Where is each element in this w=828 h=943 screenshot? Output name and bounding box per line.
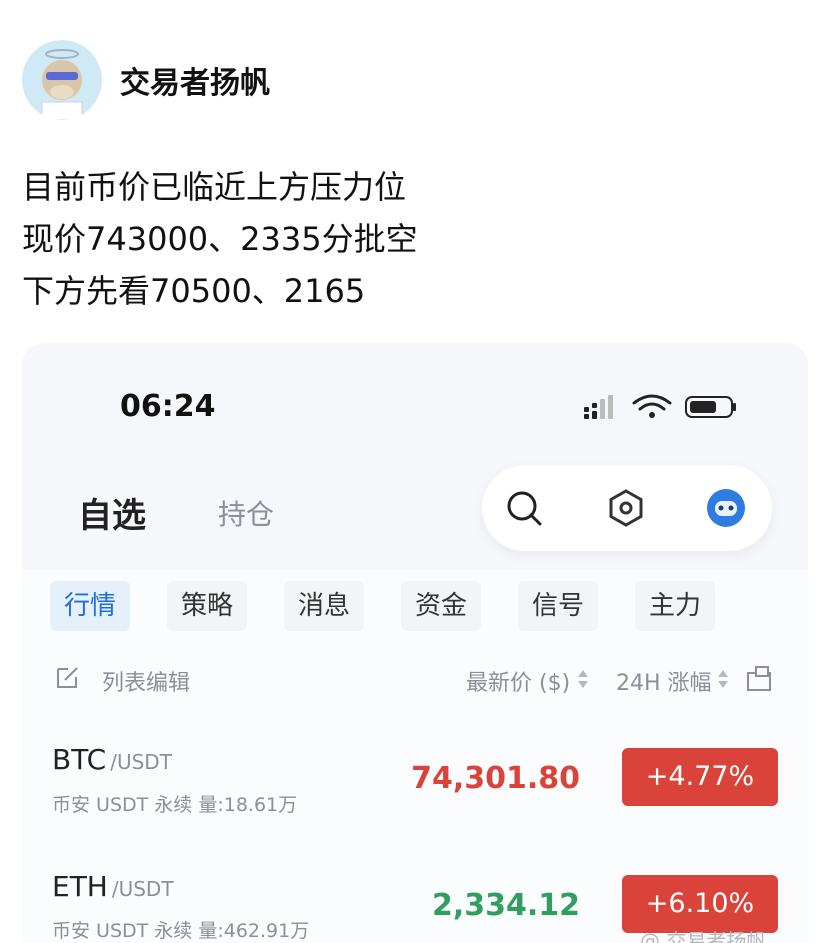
edit-icon[interactable]	[54, 665, 80, 691]
author-avatar[interactable]	[22, 40, 102, 120]
table-row-symbol[interactable]: ETH/USDT	[52, 870, 174, 903]
column-header-price[interactable]: 最新价 ($)	[466, 665, 570, 697]
table-row-meta: 币安 USDT 永续 量:18.61万	[52, 794, 298, 816]
watermark: @ 交易者扬帆	[640, 929, 767, 943]
change-badge[interactable]: +4.77%	[622, 748, 778, 806]
robot-assistant-icon[interactable]	[706, 488, 746, 528]
battery-icon	[685, 396, 736, 418]
tab-positions[interactable]: 持仓	[218, 493, 274, 533]
wifi-icon	[632, 394, 672, 411]
post-text-line: 目前币价已临近上方压力位	[22, 168, 407, 206]
action-pill	[482, 465, 772, 551]
chip-news[interactable]: 消息	[284, 581, 365, 631]
chip-market[interactable]: 行情	[50, 581, 131, 631]
embedded-screenshot[interactable]: 06:24 自选 持仓 行情 策略 消息 资金 信号 主力 列表编辑 最新价 (…	[22, 343, 808, 943]
signal-icon	[584, 395, 613, 419]
sort-icon	[578, 670, 588, 688]
settings-hexagon-icon[interactable]	[606, 488, 646, 528]
post-text-line: 下方先看70500、2165	[22, 272, 366, 310]
status-bar-icons	[584, 394, 736, 419]
table-row-price[interactable]: 74,301.80	[411, 761, 580, 796]
chip-signals[interactable]: 信号	[518, 581, 599, 631]
status-time: 06:24	[120, 389, 216, 424]
share-icon[interactable]	[744, 663, 774, 693]
chip-funds[interactable]: 资金	[401, 581, 482, 631]
table-row-meta: 币安 USDT 永续 量:462.91万	[52, 920, 310, 942]
table-row-price[interactable]: 2,334.12	[432, 888, 580, 923]
column-header-change[interactable]: 24H 涨幅	[616, 665, 712, 697]
tab-watchlist[interactable]: 自选	[78, 488, 146, 537]
list-edit-link[interactable]: 列表编辑	[102, 665, 190, 697]
search-icon[interactable]	[504, 488, 544, 528]
sort-icon	[718, 670, 728, 688]
author-name[interactable]: 交易者扬帆	[120, 58, 270, 102]
chip-strategy[interactable]: 策略	[167, 581, 248, 631]
chip-main-force[interactable]: 主力	[635, 581, 716, 631]
table-row-symbol[interactable]: BTC/USDT	[52, 743, 172, 776]
post-text-line: 现价743000、2335分批空	[22, 220, 418, 258]
